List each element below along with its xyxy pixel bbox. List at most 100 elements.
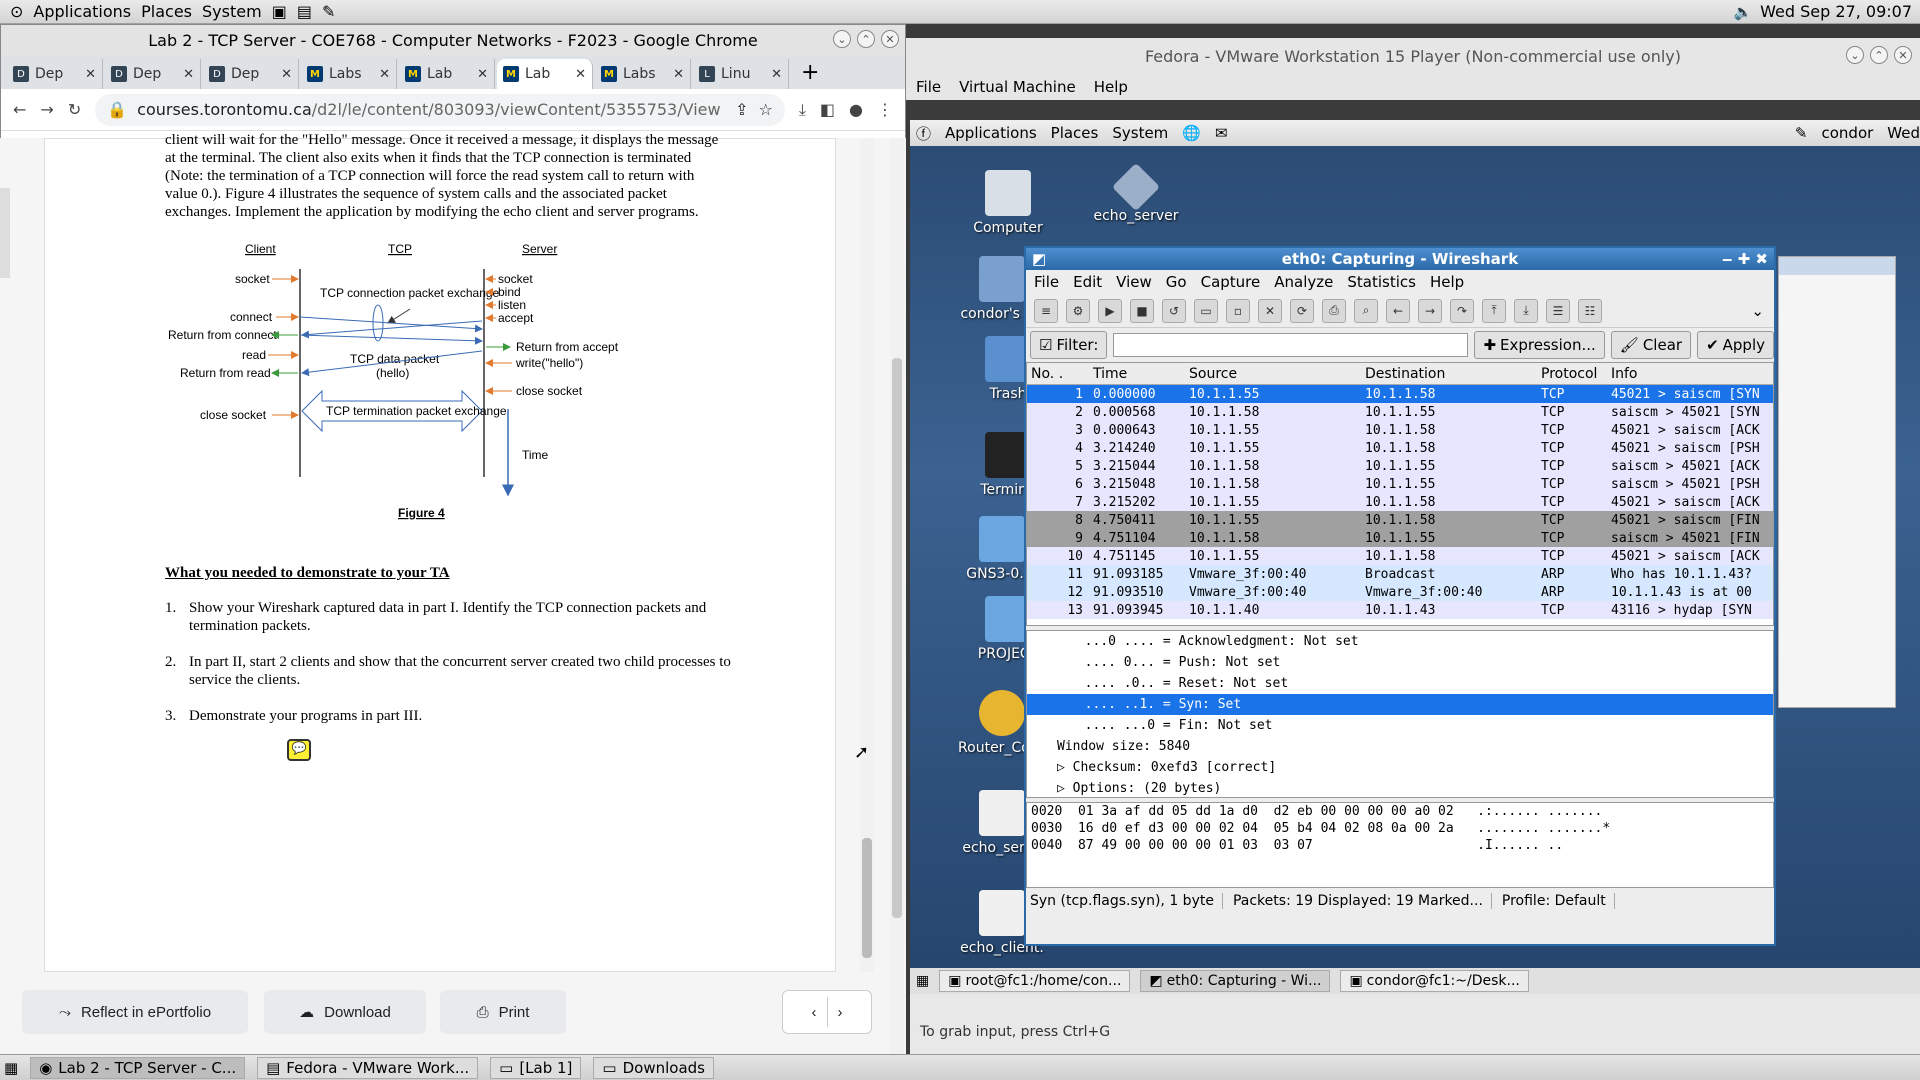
col-destination[interactable]: Destination (1361, 366, 1537, 382)
forward-icon[interactable]: → (1418, 298, 1442, 323)
new-tab-icon[interactable]: + (801, 60, 819, 85)
tab-close-icon[interactable]: ✕ (575, 67, 586, 82)
task-vmware[interactable]: ▤ Fedora - VMware Work... (257, 1056, 479, 1079)
packet-row[interactable]: 9 4.751104 10.1.1.58 10.1.1.55 TCP saiscm > 4… (1027, 529, 1773, 547)
download-icon[interactable]: ⤓ (799, 100, 806, 120)
side-panel-icon[interactable]: ◧ (820, 100, 835, 119)
guest-task-condor-terminal[interactable]: ▣ condor@fc1:~/Desk... (1340, 970, 1529, 992)
bottom-icon[interactable]: ⤓ (1514, 298, 1538, 323)
menu-help[interactable]: Help (1094, 78, 1128, 96)
reflect-eportfolio-button[interactable]: ⤳ Reflect in ePortfolio (22, 990, 248, 1034)
menu-virtual-machine[interactable]: Virtual Machine (959, 78, 1076, 96)
packet-row[interactable]: 3 0.000643 10.1.1.55 10.1.1.58 TCP 45021 > sa… (1027, 421, 1773, 439)
guest-clock[interactable]: Wed (1887, 124, 1920, 142)
open-icon[interactable]: ▭ (1194, 298, 1218, 323)
detail-row[interactable]: .... ..1. = Syn: Set (1027, 694, 1773, 715)
background-window[interactable] (1778, 256, 1896, 708)
side-expander[interactable] (0, 188, 10, 278)
desktop-icon-computer[interactable]: Computer (958, 170, 1058, 236)
filter-button[interactable]: ☑ Filter: (1030, 331, 1108, 359)
autoscroll-icon[interactable]: ☷ (1578, 298, 1602, 323)
tab-7[interactable]: L Linu ✕ (693, 59, 789, 89)
firefox-icon[interactable]: 🌐 (1182, 124, 1201, 142)
tab-close-icon[interactable]: ✕ (673, 67, 684, 82)
hex-row[interactable]: 0040 87 49 00 00 00 00 01 03 03 07 .I...… (1027, 837, 1773, 854)
packet-row[interactable]: 10 4.751145 10.1.1.55 10.1.1.58 TCP 45021 > s… (1027, 547, 1773, 565)
close-icon[interactable]: ✕ (1894, 46, 1912, 64)
menu-file[interactable]: File (916, 78, 941, 96)
next-page-icon[interactable]: › (838, 1004, 843, 1021)
stop-icon[interactable]: ■ (1130, 298, 1154, 323)
expression-button[interactable]: ✚ Expression... (1474, 331, 1605, 359)
show-desktop-icon[interactable]: ▦ (916, 973, 929, 989)
ws-menu-capture[interactable]: Capture (1201, 273, 1261, 291)
close-file-icon[interactable]: ✕ (1258, 298, 1282, 323)
detail-row[interactable]: .... 0... = Push: Not set (1027, 652, 1773, 673)
show-desktop-icon[interactable]: ▦ (4, 1059, 18, 1077)
goto-icon[interactable]: ↷ (1450, 298, 1474, 323)
reload-icon[interactable]: ⟳ (1290, 298, 1314, 323)
tab-close-icon[interactable]: ✕ (85, 67, 96, 82)
start-icon[interactable]: ▶ (1098, 298, 1122, 323)
menu-kebab-icon[interactable]: ⋮ (877, 100, 893, 119)
packet-row[interactable]: 2 0.000568 10.1.1.58 10.1.1.55 TCP saiscm > 4… (1027, 403, 1773, 421)
detail-row[interactable]: .... .0.. = Reset: Not set (1027, 673, 1773, 694)
launcher-icon[interactable]: ▣ (272, 2, 287, 21)
ws-menu-file[interactable]: File (1034, 273, 1059, 291)
toolbar-overflow-icon[interactable]: ⌄ (1751, 302, 1764, 320)
system-menu[interactable]: System (202, 2, 262, 21)
tab-3[interactable]: M Labs ✕ (301, 59, 397, 89)
mail-icon[interactable]: ✉ (1215, 124, 1228, 142)
tab-close-icon[interactable]: ✕ (477, 67, 488, 82)
panel-clock[interactable]: Wed Sep 27, 09:07 (1760, 2, 1912, 21)
guest-task-wireshark[interactable]: ◩ eth0: Capturing - Wi... (1140, 970, 1331, 992)
hex-row[interactable]: 0020 01 3a af dd 05 dd 1a d0 d2 eb 00 00… (1027, 803, 1773, 820)
save-icon[interactable]: ▫ (1226, 298, 1250, 323)
guest-system-menu[interactable]: System (1112, 124, 1168, 142)
packet-row[interactable]: 4 3.214240 10.1.1.55 10.1.1.58 TCP 45021 > sa… (1027, 439, 1773, 457)
detail-row[interactable]: ...0 .... = Acknowledgment: Not set (1027, 631, 1773, 652)
apply-button[interactable]: ✔ Apply (1697, 331, 1774, 359)
hex-row[interactable]: 0030 16 d0 ef d3 00 00 02 04 05 b4 04 02… (1027, 820, 1773, 837)
desktop-icon-echo-server[interactable]: echo_server (1086, 162, 1186, 224)
tab-5[interactable]: M Lab ✕ (497, 59, 593, 89)
ws-menu-go[interactable]: Go (1166, 273, 1187, 291)
ws-menu-help[interactable]: Help (1430, 273, 1464, 291)
status-profile[interactable]: Profile: Default (1502, 893, 1615, 909)
ws-menu-edit[interactable]: Edit (1073, 273, 1102, 291)
guest-user[interactable]: condor (1822, 124, 1874, 142)
back-icon[interactable]: ← (13, 100, 26, 119)
tab-close-icon[interactable]: ✕ (771, 67, 782, 82)
page-scrollbar[interactable] (890, 138, 904, 1054)
terminal-launcher-icon[interactable]: ▤ (297, 2, 312, 21)
task-chrome[interactable]: ◉ Lab 2 - TCP Server - C... (30, 1056, 246, 1079)
task-lab1[interactable]: ▭ [Lab 1] (490, 1056, 582, 1079)
packet-row[interactable]: 12 91.093510 Vmware_3f:00:40 Vmware_3f:00:4… (1027, 583, 1773, 601)
col-time[interactable]: Time (1089, 366, 1185, 382)
bookmark-star-icon[interactable]: ☆ (758, 100, 772, 119)
detail-row[interactable]: .... ...0 = Fin: Not set (1027, 715, 1773, 736)
guest-places-menu[interactable]: Places (1051, 124, 1099, 142)
tab-6[interactable]: M Labs ✕ (595, 59, 691, 89)
tab-0[interactable]: D Dep ✕ (7, 59, 103, 89)
maximize-icon[interactable]: ⌃ (857, 30, 875, 48)
doc-scrollbar[interactable] (860, 138, 874, 972)
volume-icon[interactable]: 🔈 (1733, 3, 1752, 21)
share-icon[interactable]: ⇪ (735, 100, 748, 119)
packet-row[interactable]: 7 3.215202 10.1.1.55 10.1.1.58 TCP 45021 > sa… (1027, 493, 1773, 511)
tab-1[interactable]: D Dep ✕ (105, 59, 201, 89)
tab-4[interactable]: M Lab ✕ (399, 59, 495, 89)
url-field[interactable]: 🔒 courses.torontomu.ca/d2l/le/content/80… (95, 93, 785, 126)
tab-close-icon[interactable]: ✕ (281, 67, 292, 82)
packet-row[interactable]: 6 3.215048 10.1.1.58 10.1.1.55 TCP saiscm > 4… (1027, 475, 1773, 493)
download-button[interactable]: ☁ Download (264, 990, 426, 1034)
back-icon[interactable]: ← (1386, 298, 1410, 323)
guest-task-root-terminal[interactable]: ▣ root@fc1:/home/con... (939, 970, 1131, 992)
print-button[interactable]: ⎙ Print (440, 990, 566, 1034)
ws-menu-analyze[interactable]: Analyze (1274, 273, 1333, 291)
tab-2[interactable]: D Dep ✕ (203, 59, 299, 89)
editor-launcher-icon[interactable]: ✎ (322, 2, 335, 21)
colorize-icon[interactable]: ☰ (1546, 298, 1570, 323)
col-protocol[interactable]: Protocol (1537, 366, 1607, 382)
guest-applications-menu[interactable]: Applications (945, 124, 1037, 142)
